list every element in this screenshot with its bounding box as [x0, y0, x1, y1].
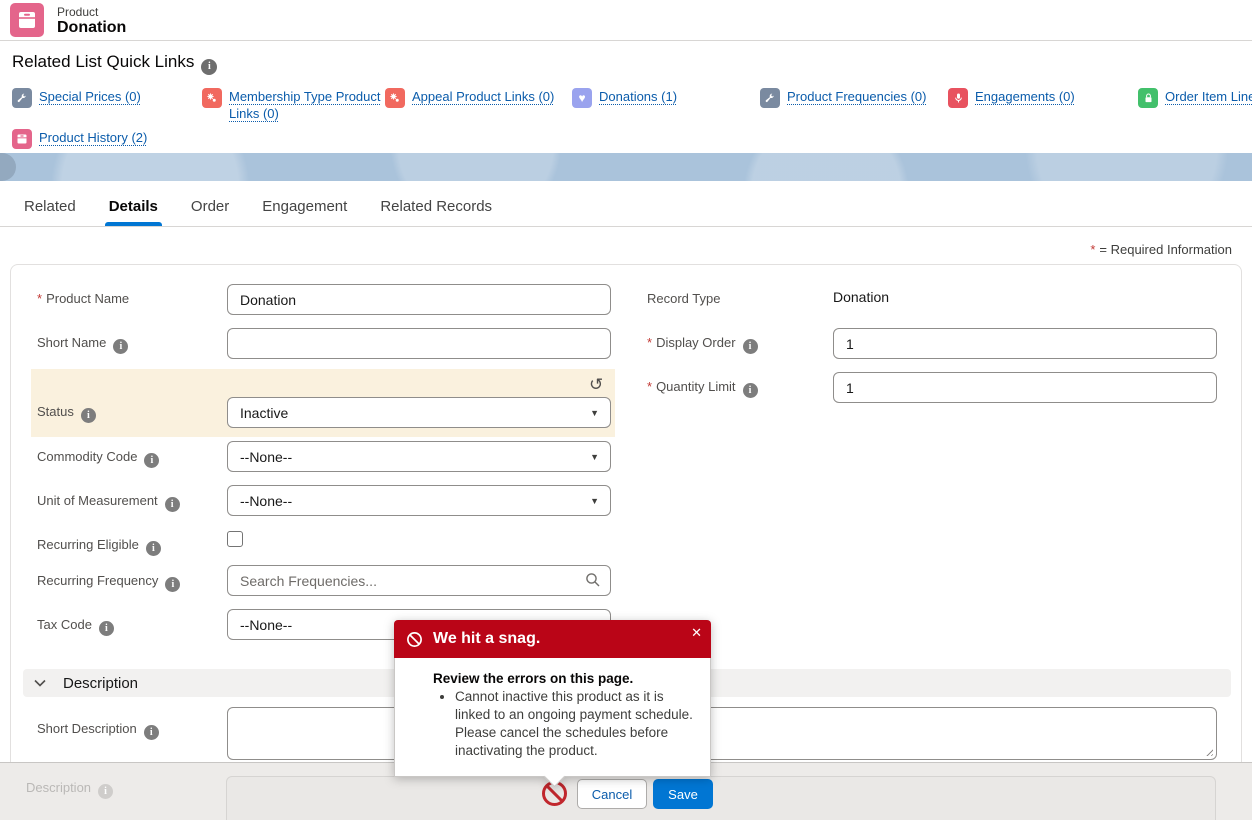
recurring-frequency-label: Recurring Frequency: [37, 573, 180, 592]
box-icon-glyph: [17, 10, 37, 30]
order-item-lines-link[interactable]: Order Item Lines: [1165, 88, 1252, 105]
info-icon[interactable]: [81, 408, 96, 423]
description-section-label: Description: [63, 675, 138, 692]
tab-order[interactable]: Order: [191, 186, 229, 226]
quick-link-appeal-product: Appeal Product Links (0): [385, 88, 554, 108]
ban-icon: [406, 631, 423, 648]
quick-link-special-prices: Special Prices (0): [12, 88, 141, 108]
error-popover-body: Review the errors on this page. Cannot i…: [394, 658, 711, 777]
recurring-eligible-checkbox[interactable]: [227, 531, 243, 547]
info-icon[interactable]: [99, 621, 114, 636]
tab-related-records[interactable]: Related Records: [380, 186, 492, 226]
product-record-page: Product Donation Related List Quick Link…: [0, 0, 1252, 820]
error-popover-header: We hit a snag.: [394, 620, 711, 658]
wrench-icon: [12, 88, 32, 108]
quick-link-order-item-lines: Order Item Lines: [1138, 88, 1252, 108]
info-icon[interactable]: [201, 59, 217, 75]
info-icon[interactable]: [146, 541, 161, 556]
error-popover-title: We hit a snag.: [433, 630, 540, 648]
special-prices-link[interactable]: Special Prices (0): [39, 88, 141, 105]
info-icon[interactable]: [144, 453, 159, 468]
band-left-cap: [0, 153, 16, 181]
recurring-eligible-label: Recurring Eligible: [37, 537, 161, 556]
record-tabs: Related Details Order Engagement Related…: [0, 186, 1252, 227]
record-type-value: Donation: [833, 289, 889, 305]
error-item: Cannot inactive this product as it is li…: [455, 688, 693, 760]
short-name-label: Short Name: [37, 335, 128, 354]
gears-icon: [202, 88, 222, 108]
info-icon[interactable]: [144, 725, 159, 740]
unit-of-measurement-label: Unit of Measurement: [37, 493, 180, 512]
undo-icon[interactable]: [589, 375, 603, 395]
required-information-note: *= Required Information: [1090, 242, 1232, 257]
description-label-faded: Description: [26, 780, 113, 799]
wrench-icon: [760, 88, 780, 108]
display-order-label: *Display Order: [647, 335, 758, 354]
recurring-frequency-search-input[interactable]: [227, 565, 611, 596]
error-list: Cannot inactive this product as it is li…: [455, 688, 696, 760]
membership-type-product-links-link[interactable]: Membership Type Product Links (0): [229, 88, 398, 122]
unit-of-measurement-select[interactable]: --None--: [227, 485, 611, 516]
caret-down-icon: [590, 408, 599, 418]
quick-links-title: Related List Quick Links: [12, 52, 217, 75]
short-description-label: Short Description: [37, 721, 159, 740]
decorative-band: [0, 153, 1252, 181]
recurring-frequency-lookup: [227, 565, 611, 596]
magnifier-icon[interactable]: [585, 572, 601, 593]
appeal-product-links-link[interactable]: Appeal Product Links (0): [412, 88, 554, 105]
heart-icon: ♥: [572, 88, 592, 108]
product-icon: [10, 3, 44, 37]
display-order-input[interactable]: [833, 328, 1217, 359]
mic-icon: [948, 88, 968, 108]
quick-link-product-history: Product History (2): [12, 129, 147, 149]
product-history-link[interactable]: Product History (2): [39, 129, 147, 146]
commodity-code-label: Commodity Code: [37, 449, 159, 468]
product-name-label: *Product Name: [37, 291, 129, 306]
resize-handle[interactable]: [1204, 747, 1213, 756]
tab-details[interactable]: Details: [109, 186, 158, 226]
info-icon[interactable]: [165, 577, 180, 592]
engagements-link[interactable]: Engagements (0): [975, 88, 1075, 105]
error-popover: We hit a snag. Review the errors on this…: [394, 620, 711, 777]
record-header: Product Donation: [0, 0, 1252, 41]
entity-label: Product: [57, 5, 98, 19]
status-select[interactable]: Inactive: [227, 397, 611, 428]
quantity-limit-input[interactable]: [833, 372, 1217, 403]
donations-link[interactable]: Donations (1): [599, 88, 677, 105]
cancel-button[interactable]: Cancel: [577, 779, 647, 809]
caret-down-icon: [590, 452, 599, 462]
status-label: Status: [37, 404, 96, 423]
lock-icon: [1138, 88, 1158, 108]
caret-down-icon: [590, 496, 599, 506]
info-icon: [98, 784, 113, 799]
quick-link-donations: ♥ Donations (1): [572, 88, 677, 108]
tab-related[interactable]: Related: [24, 186, 76, 226]
info-icon[interactable]: [165, 497, 180, 512]
product-name-input[interactable]: [227, 284, 611, 315]
box-icon: [12, 129, 32, 149]
quantity-limit-label: *Quantity Limit: [647, 379, 758, 398]
quick-link-engagements: Engagements (0): [948, 88, 1075, 108]
record-type-label: Record Type: [647, 291, 720, 306]
short-name-input[interactable]: [227, 328, 611, 359]
quick-link-membership-type: Membership Type Product Links (0): [202, 88, 398, 122]
tab-engagement[interactable]: Engagement: [262, 186, 347, 226]
info-icon[interactable]: [743, 339, 758, 354]
short-description-textarea[interactable]: [227, 707, 1217, 760]
chevron-down-icon: [33, 676, 47, 690]
description-textarea-disabled: [226, 776, 1216, 820]
gears-icon: [385, 88, 405, 108]
info-icon[interactable]: [743, 383, 758, 398]
quick-link-product-frequencies: Product Frequencies (0): [760, 88, 926, 108]
tax-code-label: Tax Code: [37, 617, 114, 636]
required-asterisk: *: [1090, 242, 1095, 257]
close-icon[interactable]: [691, 626, 702, 639]
commodity-code-select[interactable]: --None--: [227, 441, 611, 472]
error-heading: Review the errors on this page.: [433, 671, 696, 686]
product-frequencies-link[interactable]: Product Frequencies (0): [787, 88, 926, 105]
record-name: Donation: [57, 19, 126, 37]
info-icon[interactable]: [113, 339, 128, 354]
save-button[interactable]: Save: [653, 779, 713, 809]
